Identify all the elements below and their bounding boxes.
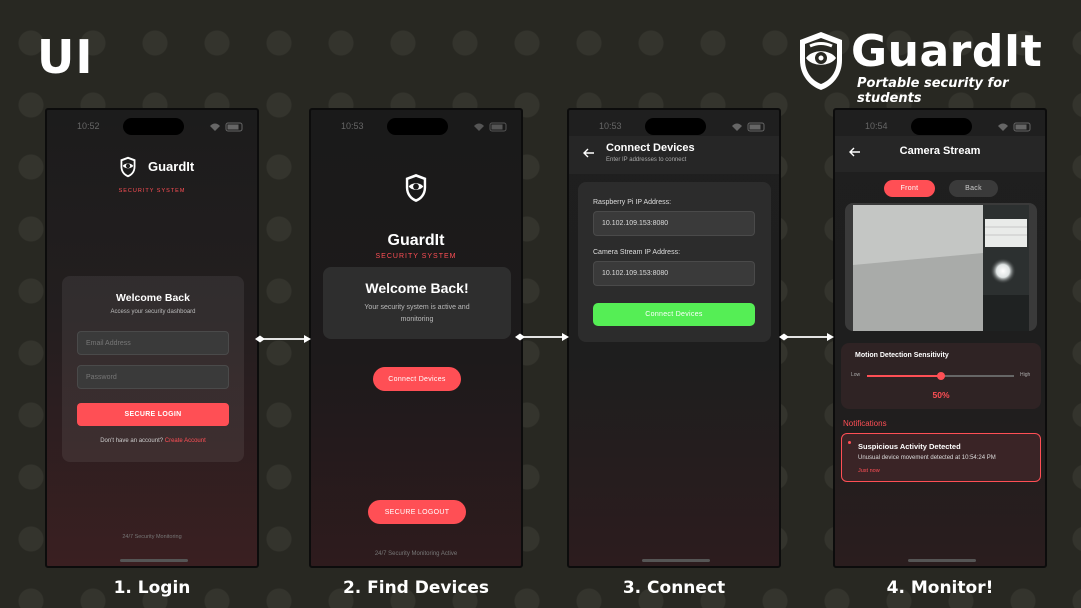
email-input[interactable]: Email Address [77,331,229,355]
brand-logo: GuardIt Portable security for students [797,26,1047,106]
app-subtitle: SECURITY SYSTEM [375,253,457,260]
camera-notch [123,118,184,135]
page-title: Connect Devices [606,142,695,154]
footer-text: 24/7 Security Monitoring Active [374,551,458,557]
welcome-text-line-1: Your security system is active and [364,304,470,311]
flow-arrow-2 [515,333,569,341]
status-time: 10:52 [77,121,100,131]
flow-arrow-1 [255,335,311,343]
sensitivity-slider[interactable] [867,372,1014,380]
low-label: Low [851,372,861,378]
connect-devices-button[interactable]: Connect Devices [593,303,755,326]
pi-ip-label: Raspberry Pi IP Address: [593,199,672,206]
status-icons [210,122,243,132]
camera-ip-label: Camera Stream IP Address: [593,249,681,256]
sensitivity-value: 50% [932,390,950,400]
notifications-title: Notifications [843,419,887,428]
footer-text: 24/7 Security Monitoring [122,534,182,540]
secure-login-button[interactable]: SECURE LOGIN [77,403,229,426]
card-subtitle: Access your security dashboard [110,309,196,315]
notification-title: Suspicious Activity Detected [858,442,961,451]
welcome-card: Welcome Back! Your security system is ac… [323,267,511,339]
brand-name: GuardIt [851,26,1043,77]
camera-ip-input[interactable]: 10.102.109.153:8080 [593,261,755,286]
notification-time: Just now [858,468,880,474]
app-header: Camera Stream [835,136,1045,172]
status-time: 10:53 [599,121,622,131]
ui-title: UI [37,30,94,84]
page-title: Camera Stream [899,145,981,157]
connect-screen: 10:53 Connect Devices Enter IP addresses… [567,108,781,568]
tab-back[interactable]: Back [949,180,998,197]
app-header: Connect Devices Enter IP addresses to co… [569,136,779,174]
pi-ip-input[interactable]: 10.102.109.153:8080 [593,211,755,236]
signup-row: Don't have an account? Create Account [62,438,244,444]
notification-dot [848,441,851,444]
tab-front[interactable]: Front [884,180,935,197]
home-indicator [120,559,188,562]
signup-prompt: Don't have an account? [100,438,164,444]
status-time: 10:53 [341,121,364,131]
notification-item[interactable]: Suspicious Activity Detected Unusual dev… [841,433,1041,482]
slider-fill [867,375,941,377]
password-input[interactable]: Password [77,365,229,389]
find-devices-screen: 10:53 GuardIt SECURITY SYSTEM Welcome Ba… [309,108,523,568]
shield-eye-icon [800,32,842,90]
camera-notch [645,118,706,135]
high-label: High [1020,372,1031,378]
home-indicator [908,559,976,562]
shield-eye-icon [120,156,136,178]
notification-text: Unusual device movement detected at 10:5… [858,455,996,461]
back-arrow-icon[interactable] [583,148,595,158]
sensitivity-card: Motion Detection Sensitivity Low High 50… [841,343,1041,409]
login-card: Welcome Back Access your security dashbo… [62,276,244,462]
camera-notch [911,118,972,135]
status-icons [998,122,1031,132]
step-label-monitor: 4. Monitor! [886,578,994,598]
status-icons [474,122,507,132]
status-icons [732,122,765,132]
connect-devices-button[interactable]: Connect Devices [373,367,461,391]
slider-thumb[interactable] [936,372,945,380]
camera-feed [845,203,1037,331]
secure-logout-button[interactable]: SECURE LOGOUT [368,500,466,524]
step-label-connect: 3. Connect [622,578,726,598]
flow-arrow-3 [779,333,834,341]
page-subtitle: Enter IP addresses to connect [606,157,687,163]
connect-form-card: Raspberry Pi IP Address: 10.102.109.153:… [578,182,771,342]
shield-eye-icon [405,173,427,203]
sensitivity-title: Motion Detection Sensitivity [855,352,949,359]
monitor-screen: 10:54 Camera Stream Front Back Motion De… [833,108,1047,568]
create-account-link[interactable]: Create Account [165,438,206,444]
card-title: Welcome Back [116,292,190,304]
app-name: GuardIt [148,159,195,174]
brand-tagline: Portable security for students [857,76,1009,106]
step-label-find-devices: 2. Find Devices [342,578,490,598]
status-time: 10:54 [865,121,888,131]
app-subtitle: SECURITY SYSTEM [118,188,186,194]
welcome-title: Welcome Back! [365,280,469,296]
login-screen: 10:52 GuardIt SECURITY SYSTEM Welcome Ba… [45,108,259,568]
camera-notch [387,118,448,135]
home-indicator [642,559,710,562]
step-label-login: 1. Login [113,578,191,598]
welcome-text-line-2: monitoring [400,316,434,323]
app-name: GuardIt [387,232,445,249]
camera-frame-image [853,205,1029,331]
